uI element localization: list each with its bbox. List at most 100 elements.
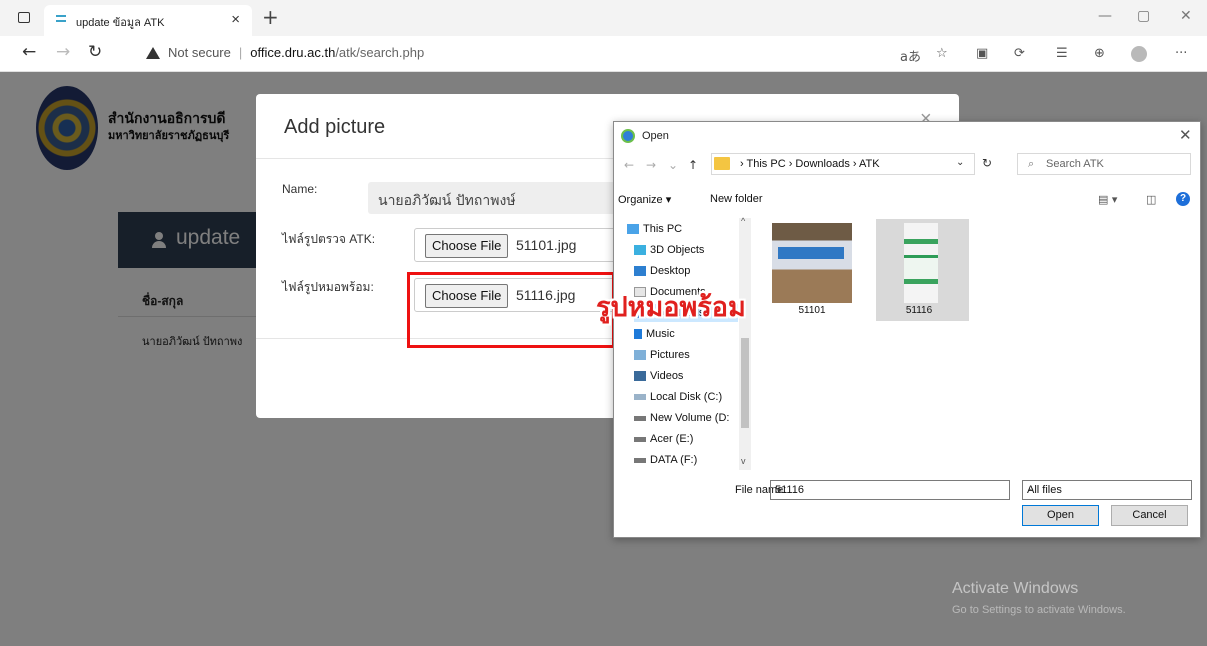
nav-item-3d-objects[interactable]: 3D Objects [634, 244, 704, 256]
minimize-icon[interactable]: — [1098, 8, 1112, 24]
extensions-icon[interactable]: ⟳ [1014, 46, 1025, 61]
drive-icon [634, 436, 646, 442]
help-icon[interactable]: ? [1176, 192, 1190, 206]
file-thumbnail [772, 223, 852, 303]
url-path: /atk/search.php [335, 45, 425, 60]
up-folder-icon[interactable]: ↑ [688, 158, 698, 172]
dialog-forward-icon[interactable]: → [646, 158, 656, 172]
open-button[interactable]: Open [1022, 505, 1099, 526]
search-icon: ⌕ [1028, 157, 1035, 170]
restore-icon[interactable]: ▢ [1137, 8, 1150, 24]
dialog-back-icon[interactable]: ← [624, 158, 634, 172]
favorite-icon[interactable]: ☆ [936, 46, 948, 61]
nav-label: Pictures [650, 349, 690, 361]
browser-tab[interactable]: update ข้อมูล ATK × [44, 5, 252, 36]
browser-icon [621, 129, 635, 143]
navigation-pane: This PC 3D Objects Desktop Documents Dow… [614, 218, 751, 470]
profile-avatar[interactable] [1131, 46, 1147, 62]
scroll-up-icon[interactable]: ^ [741, 216, 745, 226]
chevron-down-icon[interactable]: ⌄ [956, 157, 964, 168]
url-field[interactable]: Not secure | office.dru.ac.th /atk/searc… [146, 45, 424, 60]
organize-menu[interactable]: Organize ▾ [618, 193, 671, 206]
name-field[interactable]: นายอภิวัฒน์ ปัทถาพงษ์ [368, 182, 618, 214]
file-item-51101[interactable]: 51101 [769, 219, 862, 321]
pictures-icon [634, 350, 646, 360]
tab-strip: update ข้อมูล ATK × + — ▢ ✕ [0, 0, 1207, 36]
open-file-dialog: Open ✕ ← → ⌄ ↑ › This PC › Downloads › A… [613, 121, 1201, 538]
recent-locations-icon[interactable]: ⌄ [668, 158, 678, 172]
dialog-title: Open [642, 130, 669, 142]
video-icon [634, 371, 646, 381]
file-name-label: 51116 [905, 305, 933, 316]
nav-label: New Volume (D: [650, 412, 730, 424]
new-folder-button[interactable]: New folder [710, 193, 763, 205]
nav-item-videos[interactable]: Videos [634, 370, 683, 382]
favorites-bar-icon[interactable]: ☰ [1056, 46, 1068, 61]
atk-file-label: ไฟล์รูปตรวจ ATK: [282, 232, 376, 246]
nav-item-this-pc[interactable]: This PC [627, 223, 682, 235]
tab-close-button[interactable]: × [231, 11, 240, 28]
thumbnail-detail [778, 247, 844, 259]
scroll-down-icon[interactable]: v [741, 456, 746, 466]
read-aloud-icon[interactable]: aあ [900, 46, 921, 65]
tab-title: update ข้อมูล ATK [76, 17, 165, 29]
breadcrumb-path: › This PC › Downloads › ATK [740, 158, 880, 170]
nav-item-acer-e[interactable]: Acer (E:) [634, 433, 693, 445]
file-name-input[interactable]: 51116 ⌄ [770, 480, 1010, 500]
activate-windows-subtitle: Go to Settings to activate Windows. [952, 604, 1126, 616]
folder-icon [714, 157, 730, 170]
share-icon[interactable]: ⊕ [1094, 46, 1105, 61]
close-window-icon[interactable]: ✕ [1180, 8, 1192, 24]
chevron-down-icon[interactable]: ⌄ [1027, 483, 1187, 494]
favicon-icon [56, 15, 66, 22]
view-options-icon[interactable]: ▤ ▾ [1098, 193, 1117, 206]
new-tab-button[interactable]: + [262, 5, 279, 29]
file-type-select[interactable]: All files ⌄ [1022, 480, 1192, 500]
nav-item-new-volume-d[interactable]: New Volume (D: [634, 412, 729, 424]
music-icon [634, 329, 642, 339]
file-name-label: 51101 [798, 305, 826, 316]
drive-icon [634, 394, 646, 400]
nav-item-pictures[interactable]: Pictures [634, 349, 690, 361]
nav-item-data-f[interactable]: DATA (F:) [634, 454, 697, 466]
nav-scrollbar[interactable]: ^ v [739, 216, 751, 470]
drive-icon [634, 415, 646, 421]
cancel-button[interactable]: Cancel [1111, 505, 1188, 526]
nav-label: Local Disk (C:) [650, 391, 723, 403]
not-secure-label: Not secure [168, 45, 231, 60]
breadcrumb[interactable]: › This PC › Downloads › ATK ⌄ [711, 153, 975, 175]
scroll-thumb[interactable] [741, 338, 749, 428]
cube-icon [634, 245, 646, 255]
modal-title: Add picture [284, 116, 386, 138]
name-label: Name: [282, 182, 318, 196]
nav-item-local-disk-c[interactable]: Local Disk (C:) [634, 391, 722, 403]
dialog-refresh-icon[interactable]: ↻ [982, 156, 992, 170]
activate-windows-title: Activate Windows [952, 580, 1079, 597]
atk-choose-file-button[interactable]: Choose File [425, 234, 509, 258]
address-bar: ← → ↻ Not secure | office.dru.ac.th /atk… [0, 36, 1207, 72]
drive-icon [634, 457, 646, 463]
nav-label: 3D Objects [650, 244, 705, 256]
preview-pane-icon[interactable]: ◫ [1146, 193, 1156, 206]
atk-file-input[interactable]: Choose File 51101.jpg [414, 228, 634, 262]
dialog-search-input[interactable]: ⌕ Search ATK [1017, 153, 1191, 175]
file-thumbnail [904, 223, 938, 303]
chevron-down-icon[interactable]: ⌄ [775, 483, 1005, 494]
more-icon[interactable]: ··· [1175, 46, 1187, 61]
desktop-icon [634, 266, 646, 276]
back-icon[interactable]: ← [22, 42, 36, 62]
nav-item-music[interactable]: Music [634, 328, 675, 340]
nav-label: Desktop [650, 265, 691, 277]
doctor-file-label: ไฟล์รูปหมอพร้อม: [282, 280, 374, 294]
name-value: นายอภิวัฒน์ ปัทถาพงษ์ [378, 193, 516, 209]
file-item-51116[interactable]: 51116 [876, 219, 969, 321]
nav-label: This PC [643, 223, 683, 235]
atk-file-name: 51101.jpg [516, 237, 577, 253]
nav-label: Acer (E:) [650, 433, 694, 445]
refresh-icon[interactable]: ↻ [88, 42, 102, 62]
collections-icon[interactable]: ▣ [976, 46, 988, 61]
tab-actions-icon[interactable] [18, 12, 30, 23]
dialog-close-icon[interactable]: ✕ [1179, 126, 1192, 144]
forward-icon[interactable]: → [56, 42, 70, 62]
nav-item-desktop[interactable]: Desktop [634, 265, 690, 277]
